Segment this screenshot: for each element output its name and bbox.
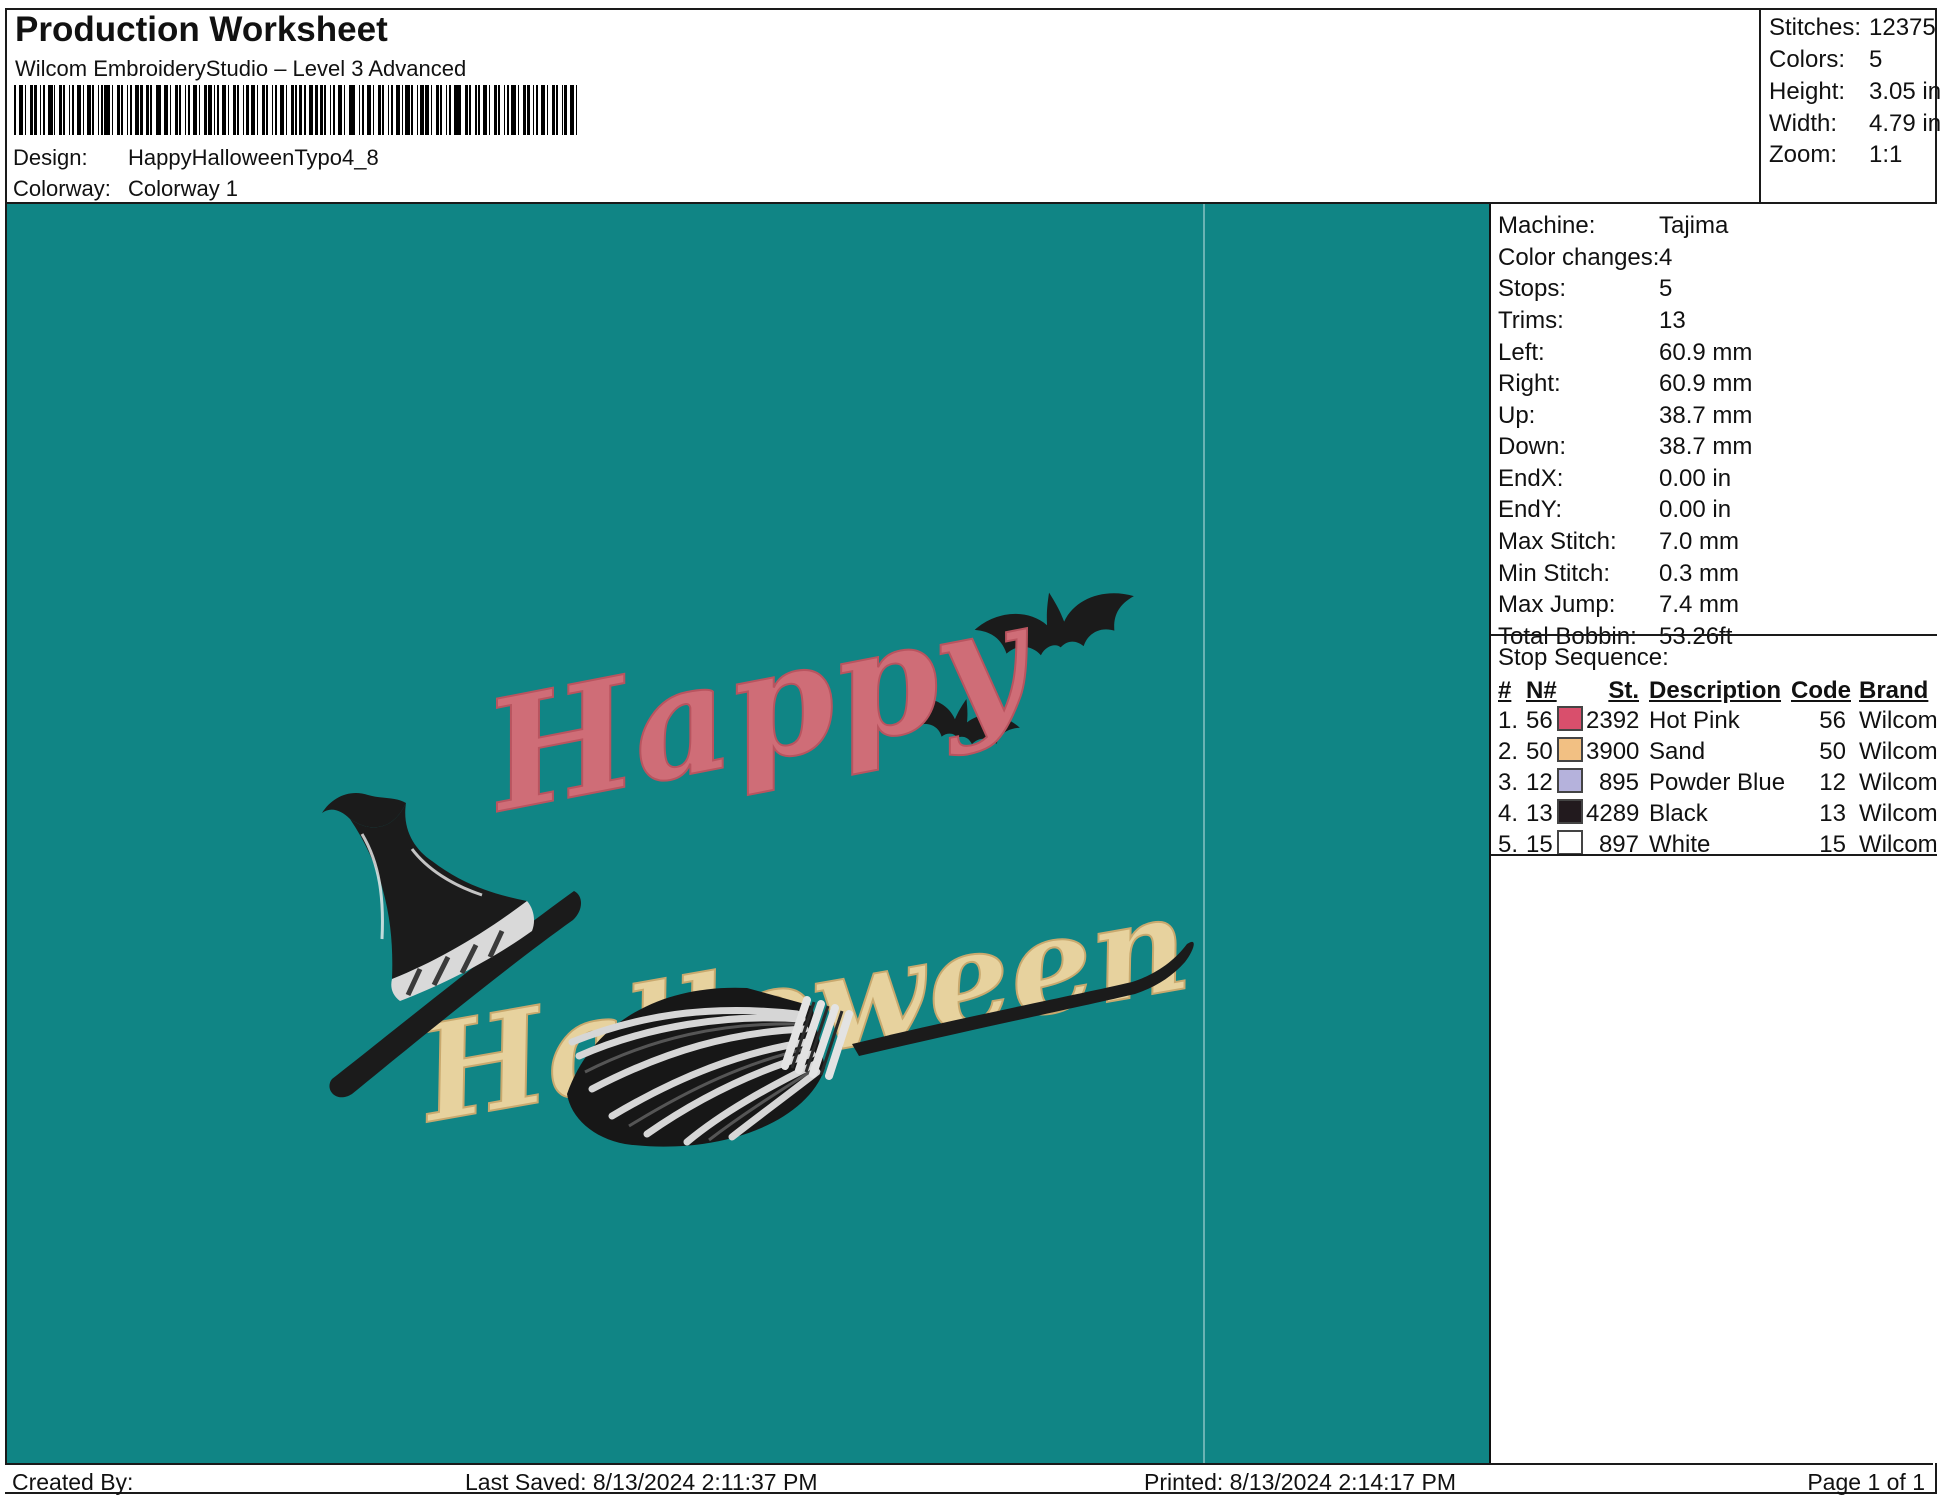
- thread-swatch: [1557, 768, 1583, 793]
- width-label: Width:: [1769, 110, 1838, 137]
- embroidery-design: Happy Halloween: [322, 564, 1201, 1155]
- col-n: N#: [1526, 677, 1557, 704]
- design-preview-canvas: Happy Halloween: [7, 204, 1491, 1463]
- width-value: 4.79 in: [1869, 110, 1942, 137]
- row-st: 4289: [1586, 800, 1640, 827]
- last-saved: Last Saved: 8/13/2024 2:11:37 PM: [465, 1469, 818, 1495]
- max-stitch-value: 7.0 mm: [1659, 528, 1740, 555]
- thread-swatch: [1557, 706, 1583, 731]
- row-brand: Wilcom: [1859, 800, 1938, 827]
- right-label: Right:: [1498, 370, 1561, 397]
- row-n: 13: [1526, 800, 1553, 827]
- left-value: 60.9 mm: [1659, 339, 1753, 366]
- col-st: St.: [1608, 677, 1639, 704]
- trims-label: Trims:: [1498, 307, 1564, 334]
- row-num: 4.: [1498, 800, 1519, 827]
- thread-swatch: [1557, 799, 1583, 824]
- row-code: 56: [1819, 707, 1846, 734]
- row-st: 895: [1598, 769, 1639, 796]
- thread-swatch: [1557, 737, 1583, 762]
- row-code: 50: [1819, 738, 1846, 765]
- colorway-label: Colorway:: [13, 176, 111, 201]
- color-changes-label: Color changes:: [1498, 244, 1660, 271]
- row-num: 3.: [1498, 769, 1519, 796]
- stitches-value: 12375: [1869, 14, 1936, 41]
- row-num: 1.: [1498, 707, 1519, 734]
- col-description: Description: [1649, 677, 1782, 704]
- stitches-label: Stitches:: [1769, 14, 1862, 41]
- down-value: 38.7 mm: [1659, 433, 1753, 460]
- design-label: Design:: [13, 145, 88, 170]
- machine-label: Machine:: [1498, 212, 1596, 239]
- stops-value: 5: [1659, 275, 1673, 302]
- row-st: 2392: [1586, 707, 1640, 734]
- printed: Printed: 8/13/2024 2:14:17 PM: [1144, 1469, 1456, 1495]
- production-worksheet-page: Production Worksheet Wilcom EmbroiderySt…: [0, 0, 1946, 1497]
- stops-label: Stops:: [1498, 275, 1567, 302]
- design-word-happy: Happy: [469, 565, 1049, 847]
- thread-swatch: [1557, 830, 1583, 855]
- color-changes-value: 4: [1659, 244, 1673, 271]
- height-value: 3.05 in: [1869, 78, 1942, 105]
- max-jump-label: Max Jump:: [1498, 591, 1616, 618]
- total-bobbin-value: 53.26ft: [1659, 623, 1733, 650]
- stop-sequence-divider-top: [1491, 634, 1937, 636]
- row-code: 13: [1819, 800, 1846, 827]
- right-value: 60.9 mm: [1659, 370, 1753, 397]
- height-label: Height:: [1769, 78, 1846, 105]
- row-brand: Wilcom: [1859, 738, 1938, 765]
- col-brand: Brand: [1859, 677, 1929, 704]
- up-label: Up:: [1498, 402, 1536, 429]
- row-brand: Wilcom: [1859, 707, 1938, 734]
- min-stitch-label: Min Stitch:: [1498, 560, 1611, 587]
- row-n: 50: [1526, 738, 1553, 765]
- trims-value: 13: [1659, 307, 1686, 334]
- row-n: 56: [1526, 707, 1553, 734]
- col-code: Code: [1791, 677, 1851, 704]
- row-n: 12: [1526, 769, 1553, 796]
- endx-label: EndX:: [1498, 465, 1564, 492]
- endx-value: 0.00 in: [1659, 465, 1732, 492]
- row-description: Sand: [1649, 738, 1706, 765]
- row-description: Hot Pink: [1649, 707, 1740, 734]
- down-label: Down:: [1498, 433, 1567, 460]
- zoom-value: 1:1: [1869, 141, 1903, 168]
- max-stitch-label: Max Stitch:: [1498, 528, 1617, 555]
- row-code: 12: [1819, 769, 1846, 796]
- design-value: HappyHalloweenTypo4_8: [128, 145, 379, 170]
- zoom-label: Zoom:: [1769, 141, 1838, 168]
- summary-box: Stitches: 12375 Colors: 5 Height: 3.05 i…: [1759, 8, 1942, 202]
- page-title: Production Worksheet: [15, 10, 388, 49]
- footer-bar: Created By: Last Saved: 8/13/2024 2:11:3…: [5, 1463, 1933, 1495]
- up-value: 38.7 mm: [1659, 402, 1753, 429]
- colorway-value: Colorway 1: [128, 176, 239, 201]
- stats-panel: Machine: Tajima Color changes: 4 Stops: …: [1491, 204, 1938, 1463]
- page-number: Page 1 of 1: [1807, 1469, 1925, 1495]
- row-description: Black: [1649, 800, 1708, 827]
- max-jump-value: 7.4 mm: [1659, 591, 1740, 618]
- row-st: 3900: [1586, 738, 1640, 765]
- machine-value: Tajima: [1659, 212, 1729, 239]
- colors-value: 5: [1869, 46, 1883, 73]
- endy-value: 0.00 in: [1659, 496, 1732, 523]
- row-brand: Wilcom: [1859, 769, 1938, 796]
- row-description: Powder Blue: [1649, 769, 1786, 796]
- created-by: Created By:: [12, 1469, 134, 1495]
- row-num: 2.: [1498, 738, 1519, 765]
- stop-sequence-title: Stop Sequence:: [1498, 644, 1669, 671]
- app-subtitle: Wilcom EmbroideryStudio – Level 3 Advanc…: [15, 56, 467, 81]
- endy-label: EndY:: [1498, 496, 1563, 523]
- left-label: Left:: [1498, 339, 1545, 366]
- stop-sequence-divider-bottom: [1491, 854, 1937, 856]
- min-stitch-value: 0.3 mm: [1659, 560, 1740, 587]
- col-num: #: [1498, 677, 1512, 704]
- barcode: [14, 85, 580, 135]
- colors-label: Colors:: [1769, 46, 1846, 73]
